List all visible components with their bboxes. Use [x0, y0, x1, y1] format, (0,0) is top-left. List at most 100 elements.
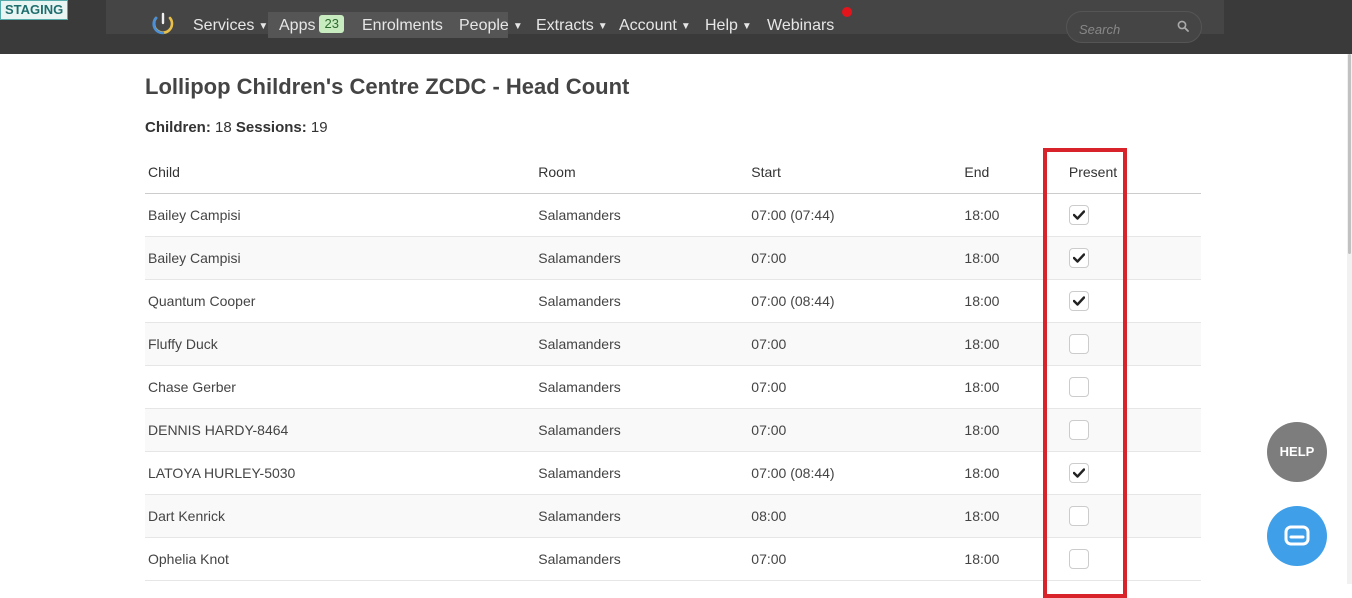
- table-row: DENNIS HARDY-8464 Salamanders 07:00 18:00: [145, 408, 1201, 452]
- table-row: Bailey Campisi Salamanders 07:00 (07:44) 18…: [145, 193, 1201, 237]
- cell-end: 18:00: [961, 451, 1066, 495]
- header-room: Room: [535, 151, 749, 194]
- nav-enrolments-label: Enrolments: [362, 17, 443, 34]
- page-scrollbar[interactable]: [1347, 54, 1352, 584]
- head-count-summary: Children: 18 Sessions: 19: [145, 119, 328, 136]
- header-end: End: [961, 151, 1066, 194]
- cell-start: 07:00: [748, 236, 962, 280]
- page-title: Lollipop Children's Centre ZCDC - Head C…: [145, 74, 630, 99]
- nav-webinars[interactable]: Webinars: [767, 15, 834, 37]
- checkmark-icon: [1072, 468, 1085, 478]
- chat-button[interactable]: [1267, 506, 1327, 566]
- app-logo-icon[interactable]: [151, 12, 175, 36]
- cell-end: 18:00: [961, 322, 1066, 366]
- cell-child: Fluffy Duck: [145, 322, 536, 366]
- table-header-row: Child Room Start End Present: [145, 151, 1201, 194]
- cell-start: 07:00 (08:44): [748, 451, 962, 495]
- nav-apps-label: Apps: [279, 17, 316, 34]
- cell-room: Salamanders: [535, 322, 749, 366]
- apps-count-badge: 23: [319, 15, 344, 33]
- cell-start: 08:00: [748, 494, 962, 538]
- nav-people[interactable]: People ▼: [459, 15, 523, 37]
- cell-start: 07:00: [748, 408, 962, 452]
- cell-room: Salamanders: [535, 494, 749, 538]
- sessions-label: Sessions:: [235, 119, 307, 136]
- nav-help-label: Help: [705, 17, 738, 34]
- table-row: Dart Kenrick Salamanders 08:00 18:00: [145, 494, 1201, 538]
- present-checkbox[interactable]: [1068, 549, 1089, 569]
- nav-account-label: Account: [619, 17, 677, 34]
- cell-end: 18:00: [961, 494, 1066, 538]
- cell-room: Salamanders: [535, 279, 749, 323]
- sessions-count: 19: [310, 119, 328, 136]
- present-checkbox[interactable]: [1068, 334, 1089, 354]
- cell-end: 18:00: [961, 408, 1066, 452]
- cell-present: [1065, 494, 1201, 538]
- cell-present: [1065, 279, 1201, 323]
- present-checkbox[interactable]: [1068, 291, 1089, 311]
- cell-child: Chase Gerber: [145, 365, 536, 409]
- present-checkbox[interactable]: [1068, 205, 1089, 225]
- present-checkbox[interactable]: [1068, 248, 1089, 268]
- header-present: Present: [1065, 151, 1201, 194]
- nav-extracts[interactable]: Extracts ▼: [536, 15, 608, 37]
- cell-child: DENNIS HARDY-8464: [145, 408, 536, 452]
- help-button[interactable]: HELP: [1267, 422, 1327, 482]
- table-row: LATOYA HURLEY-5030 Salamanders 07:00 (08:4…: [145, 451, 1201, 495]
- caret-down-icon: ▼: [597, 21, 608, 32]
- caret-down-icon: ▼: [680, 21, 691, 32]
- children-count: 18: [215, 119, 232, 136]
- nav-account[interactable]: Account ▼: [619, 15, 691, 37]
- cell-room: Salamanders: [535, 365, 749, 409]
- notification-dot: [842, 7, 852, 17]
- present-checkbox[interactable]: [1068, 506, 1089, 526]
- staging-badge: STAGING: [0, 0, 69, 20]
- cell-child: Bailey Campisi: [145, 193, 536, 237]
- cell-end: 18:00: [961, 537, 1066, 581]
- cell-end: 18:00: [961, 365, 1066, 409]
- cell-child: Quantum Cooper: [145, 279, 536, 323]
- table-row: Fluffy Duck Salamanders 07:00 18:00: [145, 322, 1201, 366]
- scrollbar-thumb[interactable]: [1348, 54, 1351, 254]
- nav-enrolments[interactable]: Enrolments: [362, 15, 443, 37]
- cell-present: [1065, 322, 1201, 366]
- cell-present: [1065, 451, 1201, 495]
- cell-child: Dart Kenrick: [145, 494, 536, 538]
- table-row: Bailey Campisi Salamanders 07:00 18:00: [145, 236, 1201, 280]
- cell-end: 18:00: [961, 193, 1066, 237]
- cell-start: 07:00: [748, 365, 962, 409]
- chat-icon: [1284, 525, 1310, 546]
- nav-webinars-label: Webinars: [767, 17, 835, 34]
- cell-start: 07:00: [748, 537, 962, 581]
- present-checkbox[interactable]: [1068, 463, 1089, 483]
- nav-help[interactable]: Help ▼: [705, 15, 752, 37]
- search-icon[interactable]: [1177, 20, 1189, 32]
- nav-apps[interactable]: Apps 23: [279, 15, 344, 37]
- cell-room: Salamanders: [535, 537, 749, 581]
- search-box[interactable]: [1066, 11, 1202, 43]
- nav-services-label: Services: [193, 17, 255, 34]
- checkmark-icon: [1072, 296, 1085, 306]
- header-child: Child: [145, 151, 536, 194]
- table-row: Quantum Cooper Salamanders 07:00 (08:44) 18…: [145, 279, 1201, 323]
- present-checkbox[interactable]: [1068, 377, 1089, 397]
- cell-end: 18:00: [961, 236, 1066, 280]
- caret-down-icon: ▼: [258, 21, 269, 32]
- nav-services[interactable]: Services ▼: [193, 15, 268, 37]
- table-row: Chase Gerber Salamanders 07:00 18:00: [145, 365, 1201, 409]
- present-checkbox[interactable]: [1068, 420, 1089, 440]
- cell-child: Ophelia Knot: [145, 537, 536, 581]
- cell-present: [1065, 408, 1201, 452]
- cell-room: Salamanders: [535, 451, 749, 495]
- cell-child: Bailey Campisi: [145, 236, 536, 280]
- checkmark-icon: [1072, 253, 1085, 263]
- nav-people-label: People: [459, 17, 509, 34]
- cell-end: 18:00: [961, 279, 1066, 323]
- head-count-table: Child Room Start End Present Bailey Camp…: [145, 151, 1201, 581]
- search-input[interactable]: [1077, 18, 1176, 40]
- cell-room: Salamanders: [535, 408, 749, 452]
- nav-extracts-label: Extracts: [536, 17, 594, 34]
- cell-present: [1065, 193, 1201, 237]
- cell-room: Salamanders: [535, 236, 749, 280]
- table-row: Ophelia Knot Salamanders 07:00 18:00: [145, 537, 1201, 581]
